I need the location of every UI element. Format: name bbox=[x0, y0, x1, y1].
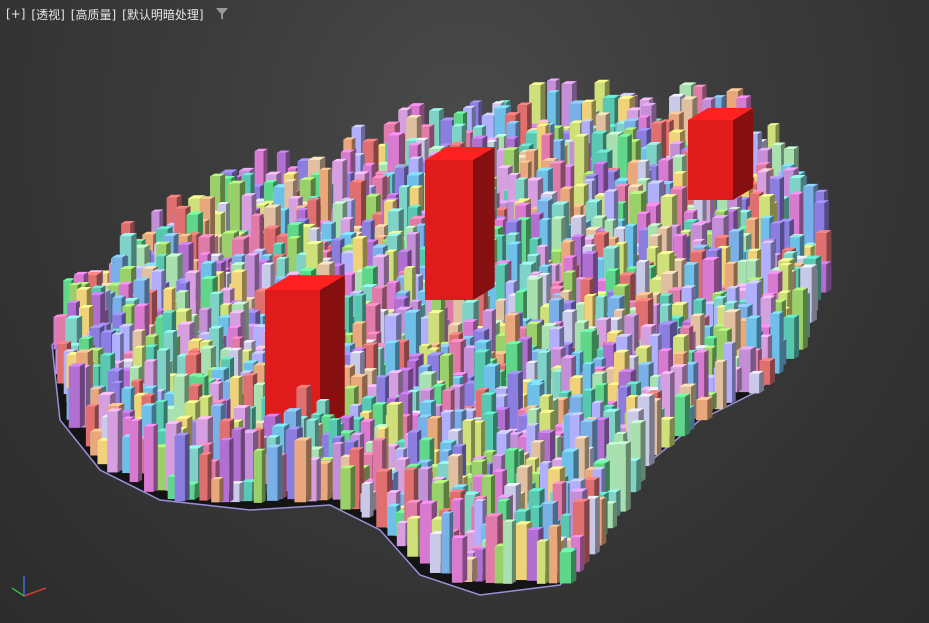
scene-box bbox=[129, 418, 143, 483]
scene-box bbox=[451, 535, 468, 583]
tall-red-box bbox=[688, 107, 754, 200]
gizmo-y-axis bbox=[11, 587, 25, 597]
scene-box bbox=[559, 549, 577, 584]
scene-box bbox=[211, 477, 224, 503]
viewport-label: [+] [透视] [高质量] [默认明暗处理] bbox=[6, 5, 228, 23]
filter-icon[interactable] bbox=[215, 8, 228, 20]
scene-box bbox=[503, 519, 516, 584]
viewport-shading-menu[interactable]: [默认明暗处理] bbox=[122, 6, 203, 23]
scene-box bbox=[548, 524, 562, 584]
scene-boxes bbox=[53, 78, 832, 584]
scene-box bbox=[673, 393, 691, 437]
gizmo-x-axis bbox=[23, 587, 47, 597]
tall-red-box bbox=[425, 147, 495, 300]
axis-gizmo bbox=[11, 576, 47, 597]
scene-box bbox=[199, 452, 212, 501]
perspective-viewport[interactable]: [+] [透视] [高质量] [默认明暗处理] bbox=[0, 0, 929, 623]
viewport-quality-menu[interactable]: [高质量] bbox=[71, 6, 116, 23]
scene-box bbox=[266, 444, 283, 501]
viewport-plus-menu[interactable]: [+] bbox=[6, 7, 25, 21]
scene-box bbox=[174, 432, 190, 502]
scene-box bbox=[695, 396, 713, 421]
scene-box bbox=[536, 539, 550, 584]
3d-scene[interactable] bbox=[0, 0, 929, 623]
scene-box bbox=[144, 423, 158, 492]
scene-box bbox=[714, 359, 727, 410]
scene-box bbox=[361, 481, 374, 518]
viewport-perspective-menu[interactable]: [透视] bbox=[31, 6, 64, 23]
scene-box bbox=[294, 437, 312, 503]
scene-box bbox=[749, 370, 764, 394]
scene-box bbox=[253, 448, 266, 503]
scene-box bbox=[68, 363, 85, 428]
scene-box bbox=[107, 408, 123, 473]
scene-box bbox=[441, 511, 454, 574]
scene-box bbox=[340, 465, 356, 510]
